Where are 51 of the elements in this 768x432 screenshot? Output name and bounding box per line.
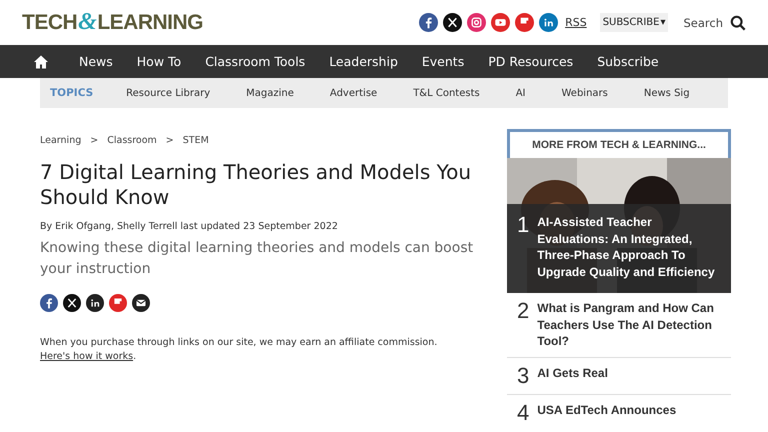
x-share-icon[interactable] [63,294,81,312]
search-label[interactable]: Search [683,16,723,30]
article-link-title[interactable]: AI Gets Real [537,364,608,386]
rank-number: 2 [517,300,530,325]
linkedin-share-icon[interactable] [86,294,104,312]
article-standfirst: Knowing these digital learning theories and models can boost your instruction [40,239,474,279]
topics-label: TOPICS [50,87,94,99]
breadcrumb-separator: > [90,135,98,146]
nav-link[interactable]: Events [422,54,464,69]
instagram-icon[interactable] [467,13,486,32]
search-icon[interactable] [730,14,746,30]
article-link-title[interactable]: USA EdTech Announces [537,402,676,424]
article-link-title[interactable]: What is Pangram and How Can Teachers Use The AI Detection Tool? [537,300,723,350]
breadcrumb-link[interactable]: Learning [40,135,82,146]
x-icon[interactable] [443,13,462,32]
rss-link[interactable]: RSS [565,16,587,29]
article-title: 7 Digital Learning Theories and Models You Should Know [40,160,472,210]
home-icon[interactable] [33,54,49,70]
affiliate-disclaimer: When you purchase through links on our site, we may earn an affiliate commission. Here's how it works. [40,336,438,364]
nav-link[interactable]: Leadership [329,54,398,69]
email-share-icon[interactable] [132,294,150,312]
article-byline: By Erik Ofgang, Shelly Terrell last updated 23 September 2022 [40,221,339,232]
topic-link[interactable]: News Sig [644,88,690,98]
nav-link[interactable]: Classroom Tools [205,54,306,69]
rank-number: 3 [517,364,530,386]
site-logo[interactable]: TECH&LEARNING [22,9,204,36]
rank-number: 4 [517,402,530,424]
youtube-icon[interactable] [491,13,510,32]
flipboard-icon[interactable] [515,13,534,32]
nav-link[interactable]: How To [136,54,182,69]
topic-link[interactable]: Webinars [562,88,608,98]
linkedin-icon[interactable] [539,13,558,32]
breadcrumb-link[interactable]: Classroom [107,135,157,146]
breadcrumb-separator: > [166,135,174,146]
flipboard-share-icon[interactable] [109,294,127,312]
article-link-title: AI-Assisted Teacher Evaluations: An Integrated, Three-Phase Approach To Upgrade Quality and Efficiency [537,214,716,280]
nav-link[interactable]: Subscribe [597,54,659,69]
rank-number: 1 [517,214,530,236]
topic-link[interactable]: AI [516,88,526,98]
topic-link[interactable]: Resource Library [126,88,210,98]
featured-article-panel[interactable]: 1 AI-Assisted Teacher Evaluations: An Integrated, Three-Phase Approach To Upgrade Quality and Efficiency [507,204,731,293]
facebook-share-icon[interactable] [40,294,58,312]
subscribe-button[interactable]: SUBSCRIBE▾ [600,13,668,32]
topic-link[interactable]: T&L Contests [413,88,480,98]
topic-link[interactable]: Advertise [330,88,378,98]
topic-link[interactable]: Magazine [246,88,294,98]
facebook-icon[interactable] [419,13,438,32]
nav-link[interactable]: PD Resources [488,54,574,69]
breadcrumb-link[interactable]: STEM [182,135,209,146]
how-it-works-link[interactable]: Here's how it works [40,351,134,362]
nav-link[interactable]: News [79,54,113,69]
